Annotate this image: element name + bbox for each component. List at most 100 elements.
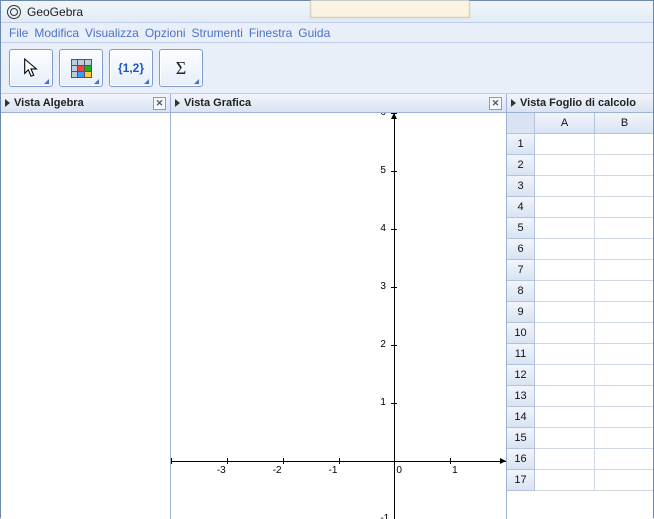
row-header[interactable]: 7	[507, 260, 535, 281]
graph-canvas[interactable]: -4-3-2-1012-1123456	[171, 113, 506, 519]
cell[interactable]	[535, 281, 595, 302]
close-panel-button[interactable]: ✕	[153, 97, 166, 110]
row-header[interactable]: 4	[507, 197, 535, 218]
cell[interactable]	[535, 239, 595, 260]
tool-cursor[interactable]	[9, 49, 53, 87]
panel-title: Vista Algebra	[14, 97, 84, 109]
cell[interactable]	[535, 323, 595, 344]
row-header[interactable]: 12	[507, 365, 535, 386]
menu-help[interactable]: Guida	[298, 26, 330, 40]
menu-file[interactable]: File	[9, 26, 28, 40]
row-header[interactable]: 8	[507, 281, 535, 302]
cell[interactable]	[595, 407, 653, 428]
tool-list[interactable]: {1,2}	[109, 49, 153, 87]
disclosure-icon	[511, 99, 516, 107]
cell[interactable]	[535, 134, 595, 155]
cell[interactable]	[595, 344, 653, 365]
spreadsheet-grid[interactable]: AB1234567891011121314151617	[507, 113, 653, 519]
cell[interactable]	[595, 260, 653, 281]
row-header[interactable]: 16	[507, 449, 535, 470]
cell[interactable]	[595, 365, 653, 386]
cell[interactable]	[595, 386, 653, 407]
col-header[interactable]: B	[595, 113, 653, 134]
app-title: GeoGebra	[27, 5, 83, 19]
cell[interactable]	[595, 323, 653, 344]
y-tick	[391, 403, 397, 404]
row-header[interactable]: 14	[507, 407, 535, 428]
x-tick-label: -3	[217, 465, 226, 476]
menu-view[interactable]: Visualizza	[85, 26, 139, 40]
x-tick-label: 0	[396, 465, 402, 476]
cell[interactable]	[595, 281, 653, 302]
cell[interactable]	[535, 218, 595, 239]
app-icon	[7, 5, 21, 19]
panel-header-grafica[interactable]: Vista Grafica ✕	[171, 94, 506, 113]
row-header[interactable]: 3	[507, 176, 535, 197]
x-tick	[450, 458, 451, 464]
cell[interactable]	[595, 134, 653, 155]
cell[interactable]	[595, 218, 653, 239]
dropdown-corner-icon	[44, 79, 49, 84]
row-header[interactable]: 10	[507, 323, 535, 344]
panel-grafica: Vista Grafica ✕ -4-3-2-1012-1123456	[171, 94, 507, 519]
sheet-corner[interactable]	[507, 113, 535, 134]
y-tick	[391, 113, 397, 114]
y-tick-label: 2	[380, 339, 386, 350]
cell[interactable]	[535, 176, 595, 197]
y-tick-label: 1	[380, 397, 386, 408]
row-header[interactable]: 13	[507, 386, 535, 407]
cell[interactable]	[535, 155, 595, 176]
y-tick-label: 5	[380, 165, 386, 176]
panel-title: Vista Grafica	[184, 97, 251, 109]
tool-spreadsheet[interactable]	[59, 49, 103, 87]
algebra-content[interactable]	[1, 113, 170, 519]
menu-edit[interactable]: Modifica	[34, 26, 79, 40]
x-tick-label: 1	[452, 465, 458, 476]
cell[interactable]	[595, 428, 653, 449]
tool-sum[interactable]: Σ	[159, 49, 203, 87]
cell[interactable]	[535, 197, 595, 218]
x-tick-label: -1	[329, 465, 338, 476]
cell[interactable]	[595, 176, 653, 197]
cell[interactable]	[595, 239, 653, 260]
cell[interactable]	[535, 428, 595, 449]
row-header[interactable]: 11	[507, 344, 535, 365]
panel-header-foglio[interactable]: Vista Foglio di calcolo	[507, 94, 653, 113]
row-header[interactable]: 2	[507, 155, 535, 176]
y-tick-label: 3	[380, 281, 386, 292]
cell[interactable]	[595, 155, 653, 176]
disclosure-icon	[5, 99, 10, 107]
cell[interactable]	[595, 302, 653, 323]
cell[interactable]	[595, 197, 653, 218]
y-tick	[391, 345, 397, 346]
cell[interactable]	[535, 407, 595, 428]
row-header[interactable]: 17	[507, 470, 535, 491]
close-panel-button[interactable]: ✕	[489, 97, 502, 110]
menu-options[interactable]: Opzioni	[145, 26, 186, 40]
cell[interactable]	[595, 449, 653, 470]
dropdown-corner-icon	[94, 79, 99, 84]
row-header[interactable]: 1	[507, 134, 535, 155]
tool-bar: {1,2} Σ	[1, 43, 653, 94]
y-tick	[391, 171, 397, 172]
row-header[interactable]: 5	[507, 218, 535, 239]
cell[interactable]	[535, 302, 595, 323]
row-header[interactable]: 15	[507, 428, 535, 449]
x-tick-label: -2	[273, 465, 282, 476]
cell[interactable]	[535, 260, 595, 281]
menu-window[interactable]: Finestra	[249, 26, 292, 40]
row-header[interactable]: 6	[507, 239, 535, 260]
row-header[interactable]: 9	[507, 302, 535, 323]
cell[interactable]	[535, 386, 595, 407]
cell[interactable]	[535, 365, 595, 386]
cell[interactable]	[535, 470, 595, 491]
cell[interactable]	[595, 470, 653, 491]
cell[interactable]	[535, 344, 595, 365]
col-header[interactable]: A	[535, 113, 595, 134]
dropdown-corner-icon	[144, 79, 149, 84]
panel-header-algebra[interactable]: Vista Algebra ✕	[1, 94, 170, 113]
menu-tools[interactable]: Strumenti	[192, 26, 243, 40]
disclosure-icon	[175, 99, 180, 107]
dropdown-corner-icon	[194, 79, 199, 84]
cell[interactable]	[535, 449, 595, 470]
